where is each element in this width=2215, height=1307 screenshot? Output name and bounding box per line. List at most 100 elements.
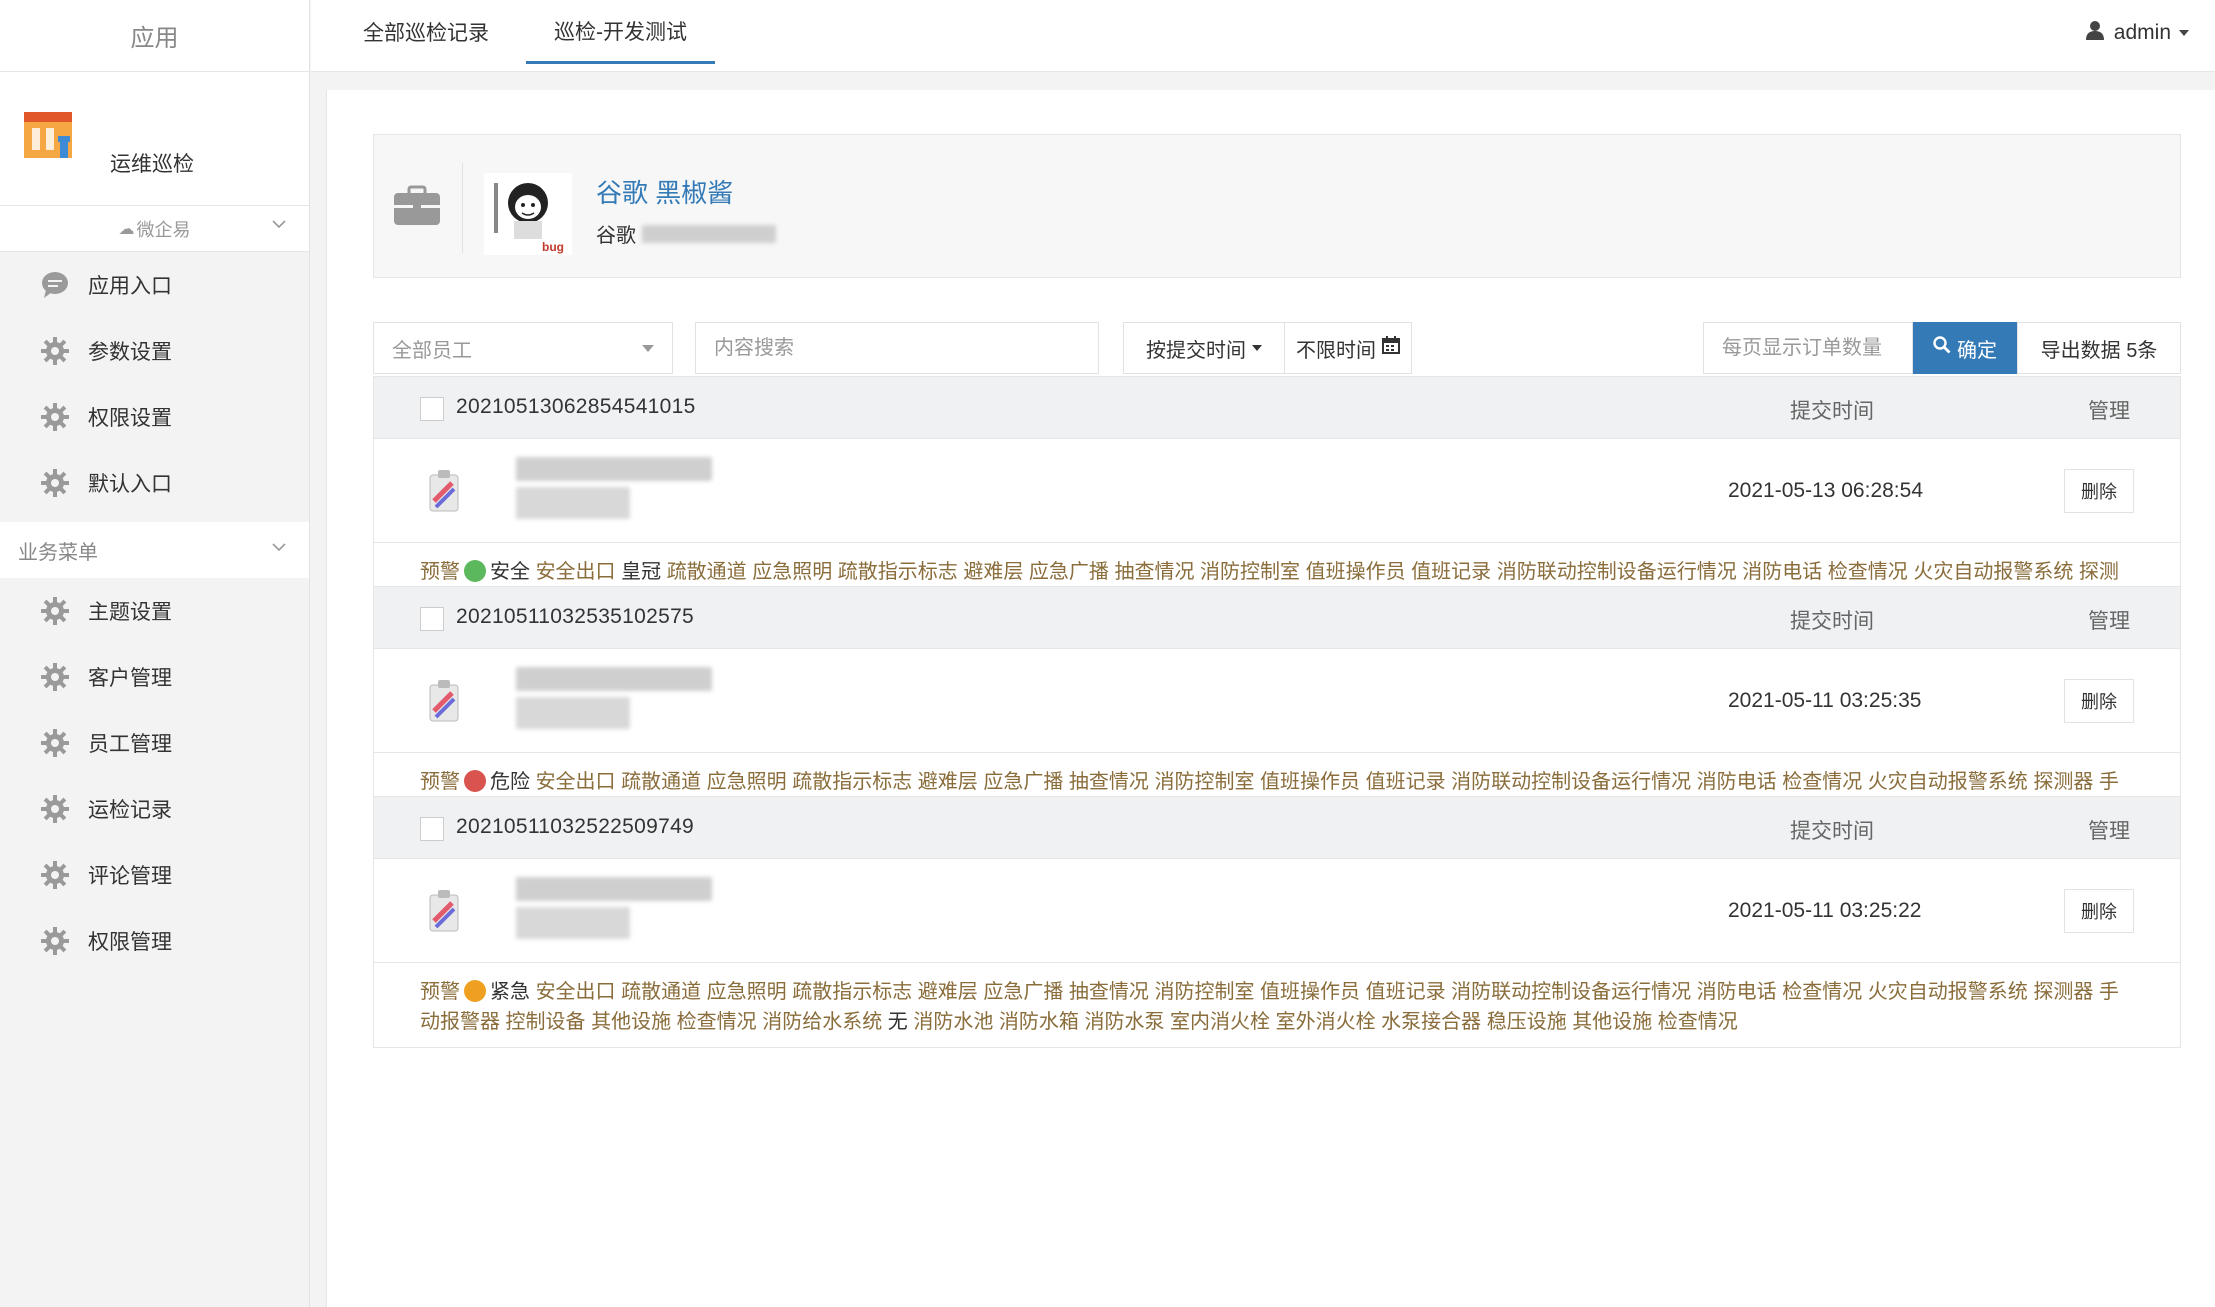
topbar: 全部巡检记录 巡检-开发测试 admin [311,0,2215,72]
caret-down-icon [2179,30,2189,36]
time-range-button[interactable]: 不限时间 [1284,322,1412,374]
confirm-button[interactable]: 确定 [1913,322,2017,374]
tag-prefix: 预警 [420,561,460,583]
tags-b: 消防水池 消防水箱 消防水泵 室内消火栓 室外消火栓 水泵接合器 稳压设施 其他… [913,1011,1738,1033]
sidebar-item[interactable]: 默认入口 [0,450,309,516]
gear-icon [40,336,70,366]
filter-bar: 全部员工 按提交时间 不限时间 确定 导出数据 5条 [373,322,2181,374]
submit-time-header: 提交时间 [1790,820,1874,843]
sidebar-item[interactable]: 客户管理 [0,644,309,710]
sidebar-item-label: 参数设置 [88,341,172,364]
status-label: 紧急 [490,981,530,1003]
company-switcher[interactable]: ☁ 微企易 [0,206,309,252]
blurred-text [516,457,712,481]
manage-header: 管理 [2088,820,2130,843]
record-checkbox[interactable] [420,607,444,631]
gear-icon [40,728,70,758]
blurred-text [516,667,712,691]
tag-prefix: 预警 [420,771,460,793]
sidebar-item[interactable]: 主题设置 [0,578,309,644]
submit-time-header: 提交时间 [1790,610,1874,633]
sidebar-item-label: 客户管理 [88,667,172,690]
submit-time: 2021-05-11 03:25:35 [1728,689,1922,712]
blurred-text [516,487,630,519]
company-name: 微企易 [136,219,191,240]
sort-dropdown[interactable]: 按提交时间 [1123,322,1285,374]
sidebar-item[interactable]: 应用入口 [0,252,309,318]
employee-select-value: 全部员工 [392,339,472,362]
record-card: 20210511032522509749 提交时间 管理 2021-05-11 03:… [373,796,2181,1048]
sidebar-item[interactable]: 运检记录 [0,776,309,842]
record-id: 20210511032522509749 [456,815,695,838]
sidebar-item-label: 主题设置 [88,601,172,624]
caret-down-icon [642,345,654,352]
record-header: 20210511032535102575 提交时间 管理 [374,587,2180,649]
record-id: 20210511032535102575 [456,605,695,628]
export-button[interactable]: 导出数据 5条 [2017,322,2181,374]
record-tags: 预警 紧急 安全出口 疏散通道 应急照明 疏散指示标志 避难层 应急广播 抽查情况… [374,963,2180,1047]
employee-select[interactable]: 全部员工 [373,322,673,374]
record-body: 2021-05-11 03:25:35 删除 [374,649,2180,753]
sidebar-item[interactable]: 评论管理 [0,842,309,908]
status-label: 危险 [490,771,530,793]
app-card: 运维巡检 [0,72,309,206]
page-size-input[interactable] [1703,322,1913,374]
sidebar-item[interactable]: 参数设置 [0,318,309,384]
sidebar-item[interactable]: 权限设置 [0,384,309,450]
sidebar-item-label: 默认入口 [88,473,172,496]
sort-label: 按提交时间 [1146,339,1246,362]
inspection-icon [426,677,462,725]
record-id: 20210513062854541015 [456,395,696,418]
blurred-text [516,907,630,939]
sidebar-item[interactable]: 权限管理 [0,908,309,974]
manage-header: 管理 [2088,400,2130,423]
profile-card: bug 谷歌 黑椒酱 谷歌 [373,134,2181,278]
delete-button[interactable]: 删除 [2064,679,2134,723]
sidebar-menu-business: 主题设置客户管理员工管理运检记录评论管理权限管理 [0,578,309,974]
sidebar-item-label: 应用入口 [88,275,172,298]
gear-icon [40,468,70,498]
time-label: 不限时间 [1296,339,1376,362]
gear-icon [40,402,70,432]
status-dot-icon [464,560,486,582]
inspection-icon [426,467,462,515]
sidebar-item-label: 权限设置 [88,407,172,430]
delete-button[interactable]: 删除 [2064,889,2134,933]
sidebar-item-label: 评论管理 [88,865,172,888]
record-header: 20210513062854541015 提交时间 管理 [374,377,2180,439]
blurred-phone [642,224,776,243]
chevron-down-icon [271,538,287,561]
record-checkbox[interactable] [420,817,444,841]
wechat-icon: ☁ [118,220,135,238]
profile-name[interactable]: 谷歌 黑椒酱 [596,173,733,210]
manage-header: 管理 [2088,610,2130,633]
search-icon [1933,336,1951,360]
sidebar-item-label: 员工管理 [88,733,172,756]
status-label: 安全 [490,561,530,583]
record-checkbox[interactable] [420,397,444,421]
emphasis-a: 无 [887,1011,908,1033]
gear-icon [40,794,70,824]
user-menu[interactable]: admin [2085,20,2189,46]
sidebar-item[interactable]: 员工管理 [0,710,309,776]
app-logo-icon [18,102,90,174]
confirm-label: 确定 [1957,339,1997,362]
business-menu-group[interactable]: 业务菜单 [0,522,309,578]
profile-divider [462,163,463,253]
user-icon [2085,20,2104,46]
record-body: 2021-05-11 03:25:22 删除 [374,859,2180,963]
chevron-down-icon [271,216,287,237]
submit-time-header: 提交时间 [1790,400,1874,423]
search-input[interactable] [695,322,1099,374]
delete-button[interactable]: 删除 [2064,469,2134,513]
tab-dev-test[interactable]: 巡检-开发测试 [526,0,715,64]
gear-icon [40,596,70,626]
gear-icon [40,860,70,890]
gear-icon [40,926,70,956]
calendar-icon [1382,336,1400,360]
tab-all-records[interactable]: 全部巡检记录 [363,0,489,64]
record-header: 20210511032522509749 提交时间 管理 [374,797,2180,859]
sidebar-title: 应用 [0,0,309,72]
caret-down-icon [1252,345,1262,351]
user-name: admin [2113,21,2171,44]
